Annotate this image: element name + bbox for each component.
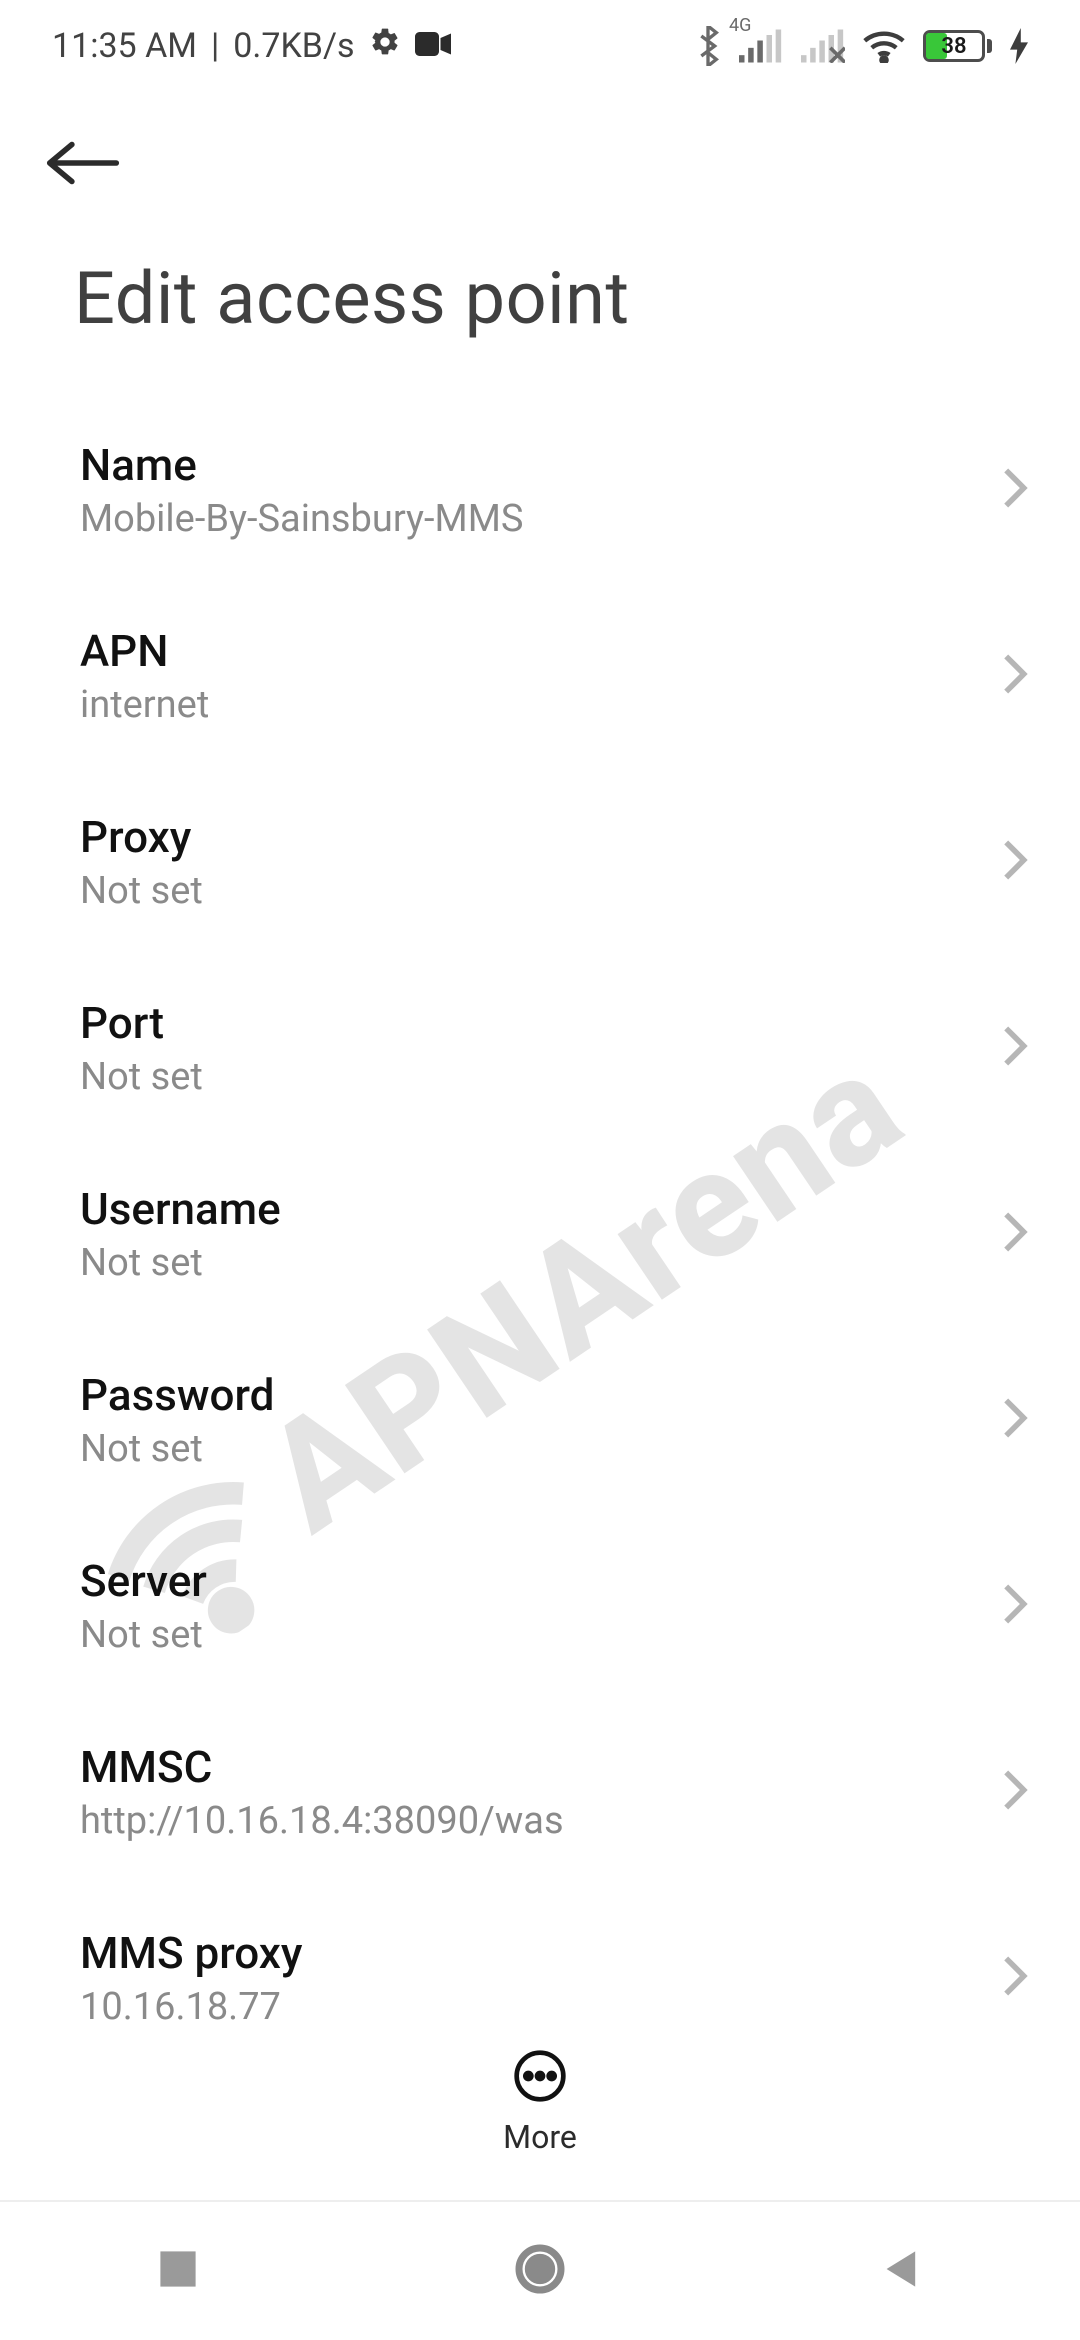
chevron-right-icon bbox=[1000, 1954, 1030, 2002]
setting-value: 10.16.18.77 bbox=[80, 1985, 1000, 2029]
chevron-right-icon bbox=[1000, 1396, 1030, 1444]
video-camera-icon bbox=[415, 26, 451, 66]
chevron-right-icon bbox=[1000, 1024, 1030, 1072]
signal-sim1-icon: 4G bbox=[739, 29, 783, 63]
setting-label: Password bbox=[80, 1369, 1000, 1421]
setting-label: Server bbox=[80, 1555, 1000, 1607]
signal-sim2-icon bbox=[801, 29, 845, 63]
battery-percentage: 38 bbox=[926, 33, 982, 59]
setting-port[interactable]: Port Not set bbox=[0, 955, 1080, 1141]
chevron-right-icon bbox=[1000, 1582, 1030, 1630]
system-nav-bar bbox=[0, 2200, 1080, 2340]
home-button[interactable] bbox=[512, 2241, 568, 2301]
setting-label: Name bbox=[80, 439, 1000, 491]
setting-value: http://10.16.18.4:38090/was bbox=[80, 1799, 1000, 1843]
chevron-right-icon bbox=[1000, 1210, 1030, 1258]
chevron-right-icon bbox=[1000, 652, 1030, 700]
setting-value: Not set bbox=[80, 1613, 1000, 1657]
setting-value: Not set bbox=[80, 869, 1000, 913]
settings-list: APNArena Name Mobile-By-Sainsbury-MMS AP… bbox=[0, 397, 1080, 2197]
wifi-icon bbox=[863, 29, 905, 63]
setting-apn[interactable]: APN internet bbox=[0, 583, 1080, 769]
setting-proxy[interactable]: Proxy Not set bbox=[0, 769, 1080, 955]
page-title: Edit access point bbox=[0, 192, 1080, 397]
more-button[interactable]: More bbox=[503, 2048, 577, 2156]
setting-label: MMS proxy bbox=[80, 1927, 1000, 1979]
chevron-right-icon bbox=[1000, 466, 1030, 514]
recents-button[interactable] bbox=[156, 2247, 200, 2295]
battery-icon: 38 bbox=[923, 30, 992, 62]
back-button[interactable] bbox=[46, 173, 120, 192]
status-bar: 11:35 AM | 0.7KB/s 4G bbox=[0, 0, 1080, 92]
setting-server[interactable]: Server Not set bbox=[0, 1513, 1080, 1699]
setting-value: internet bbox=[80, 683, 1000, 727]
setting-username[interactable]: Username Not set bbox=[0, 1141, 1080, 1327]
setting-mms-proxy[interactable]: MMS proxy 10.16.18.77 bbox=[0, 1885, 1080, 2071]
setting-label: MMSC bbox=[80, 1741, 1000, 1793]
charging-icon bbox=[1010, 28, 1028, 64]
status-data-rate: 0.7KB/s bbox=[233, 26, 354, 66]
chevron-right-icon bbox=[1000, 838, 1030, 886]
setting-label: Username bbox=[80, 1183, 1000, 1235]
setting-name[interactable]: Name Mobile-By-Sainsbury-MMS bbox=[0, 397, 1080, 583]
setting-label: APN bbox=[80, 625, 1000, 677]
setting-value: Not set bbox=[80, 1055, 1000, 1099]
setting-mmsc[interactable]: MMSC http://10.16.18.4:38090/was bbox=[0, 1699, 1080, 1885]
setting-value: Mobile-By-Sainsbury-MMS bbox=[80, 497, 1000, 541]
chevron-right-icon bbox=[1000, 1768, 1030, 1816]
setting-label: Port bbox=[80, 997, 1000, 1049]
more-icon bbox=[512, 2048, 568, 2108]
status-time: 11:35 AM bbox=[52, 26, 197, 66]
more-label: More bbox=[503, 2118, 577, 2156]
bluetooth-icon bbox=[695, 26, 721, 66]
network-badge: 4G bbox=[729, 15, 751, 36]
setting-value: Not set bbox=[80, 1427, 1000, 1471]
setting-label: Proxy bbox=[80, 811, 1000, 863]
setting-value: Not set bbox=[80, 1241, 1000, 1285]
back-nav-button[interactable] bbox=[880, 2247, 924, 2295]
gear-icon bbox=[369, 26, 401, 67]
setting-password[interactable]: Password Not set bbox=[0, 1327, 1080, 1513]
